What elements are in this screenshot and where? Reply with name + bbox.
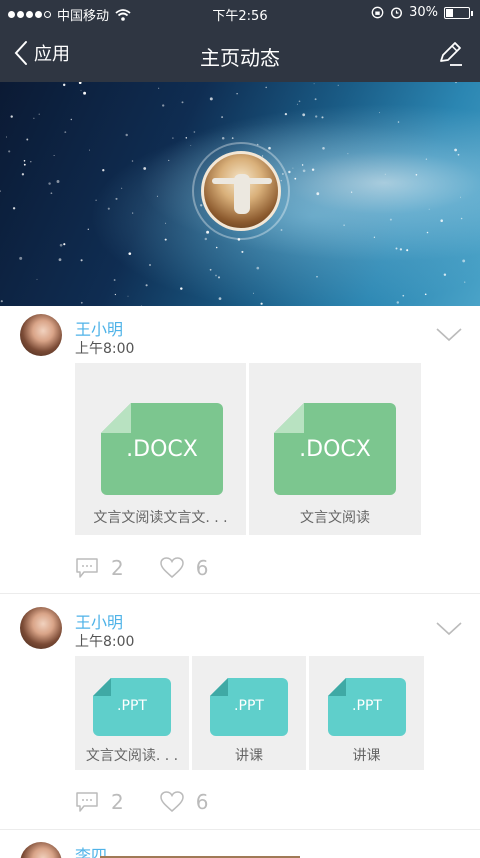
lock-rotation-icon — [371, 6, 384, 19]
comment-icon — [76, 792, 98, 812]
author-avatar[interactable] — [20, 607, 62, 649]
feed-post: 李四 — [0, 830, 480, 858]
file-name: 讲课 — [352, 748, 381, 764]
author-avatar[interactable] — [20, 842, 62, 858]
file-attachment[interactable]: .PPT 文言文阅读. . . — [75, 656, 189, 770]
heart-icon — [159, 557, 184, 578]
file-name: 文言文阅读 — [300, 510, 370, 526]
file-attachment[interactable]: .PPT 讲课 — [309, 656, 424, 770]
author-avatar[interactable] — [20, 314, 62, 356]
edit-icon — [440, 42, 462, 66]
comment-button[interactable]: 2 — [75, 556, 124, 580]
comment-icon — [76, 558, 98, 578]
docx-file-icon: .DOCX — [274, 403, 396, 495]
status-bar: 中国移动 下午2:56 30% — [0, 0, 480, 28]
author-name[interactable]: 王小明 — [75, 609, 123, 633]
like-count: 6 — [195, 556, 209, 580]
file-attachment[interactable]: .DOCX 文言文阅读文言文. . . — [75, 363, 246, 535]
alarm-icon — [391, 7, 403, 19]
profile-avatar-image — [201, 151, 281, 231]
comment-button[interactable]: 2 — [75, 790, 124, 814]
chevron-down-icon[interactable] — [436, 622, 462, 636]
like-button[interactable]: 6 — [159, 556, 209, 580]
like-count: 6 — [195, 790, 209, 814]
profile-avatar[interactable] — [192, 142, 290, 240]
ppt-file-icon: .PPT — [210, 678, 288, 736]
battery-percent: 30% — [409, 5, 438, 20]
file-attachment[interactable]: .PPT 讲课 — [192, 656, 306, 770]
cover-banner — [0, 82, 480, 306]
comment-count: 2 — [111, 790, 124, 814]
chevron-down-icon[interactable] — [436, 328, 462, 342]
ppt-file-icon: .PPT — [93, 678, 171, 736]
feed-post: 王小明 上午8:00 .DOCX 文言文阅读文言文. . . .DOCX 文言文… — [0, 306, 480, 594]
post-time: 上午8:00 — [75, 341, 135, 357]
battery-icon — [444, 6, 473, 19]
top-bar: 中国移动 下午2:56 30% 应用 主页动态 — [0, 0, 480, 82]
heart-icon — [159, 791, 184, 812]
navigation-bar: 应用 主页动态 — [0, 28, 480, 82]
file-name: 讲课 — [235, 748, 263, 764]
docx-file-icon: .DOCX — [101, 403, 223, 495]
comment-count: 2 — [111, 556, 124, 580]
feed-post: 王小明 上午8:00 .PPT 文言文阅读. . . .PPT 讲课 .PPT … — [0, 595, 480, 830]
edit-button[interactable] — [436, 40, 464, 72]
file-attachment[interactable]: .DOCX 文言文阅读 — [249, 363, 421, 535]
post-time: 上午8:00 — [75, 634, 135, 650]
ppt-file-icon: .PPT — [328, 678, 406, 736]
file-name: 文言文阅读文言文. . . — [93, 510, 228, 526]
like-button[interactable]: 6 — [159, 790, 209, 814]
page-title: 主页动态 — [200, 46, 280, 70]
author-name[interactable]: 王小明 — [75, 316, 123, 340]
file-name: 文言文阅读. . . — [85, 748, 179, 764]
